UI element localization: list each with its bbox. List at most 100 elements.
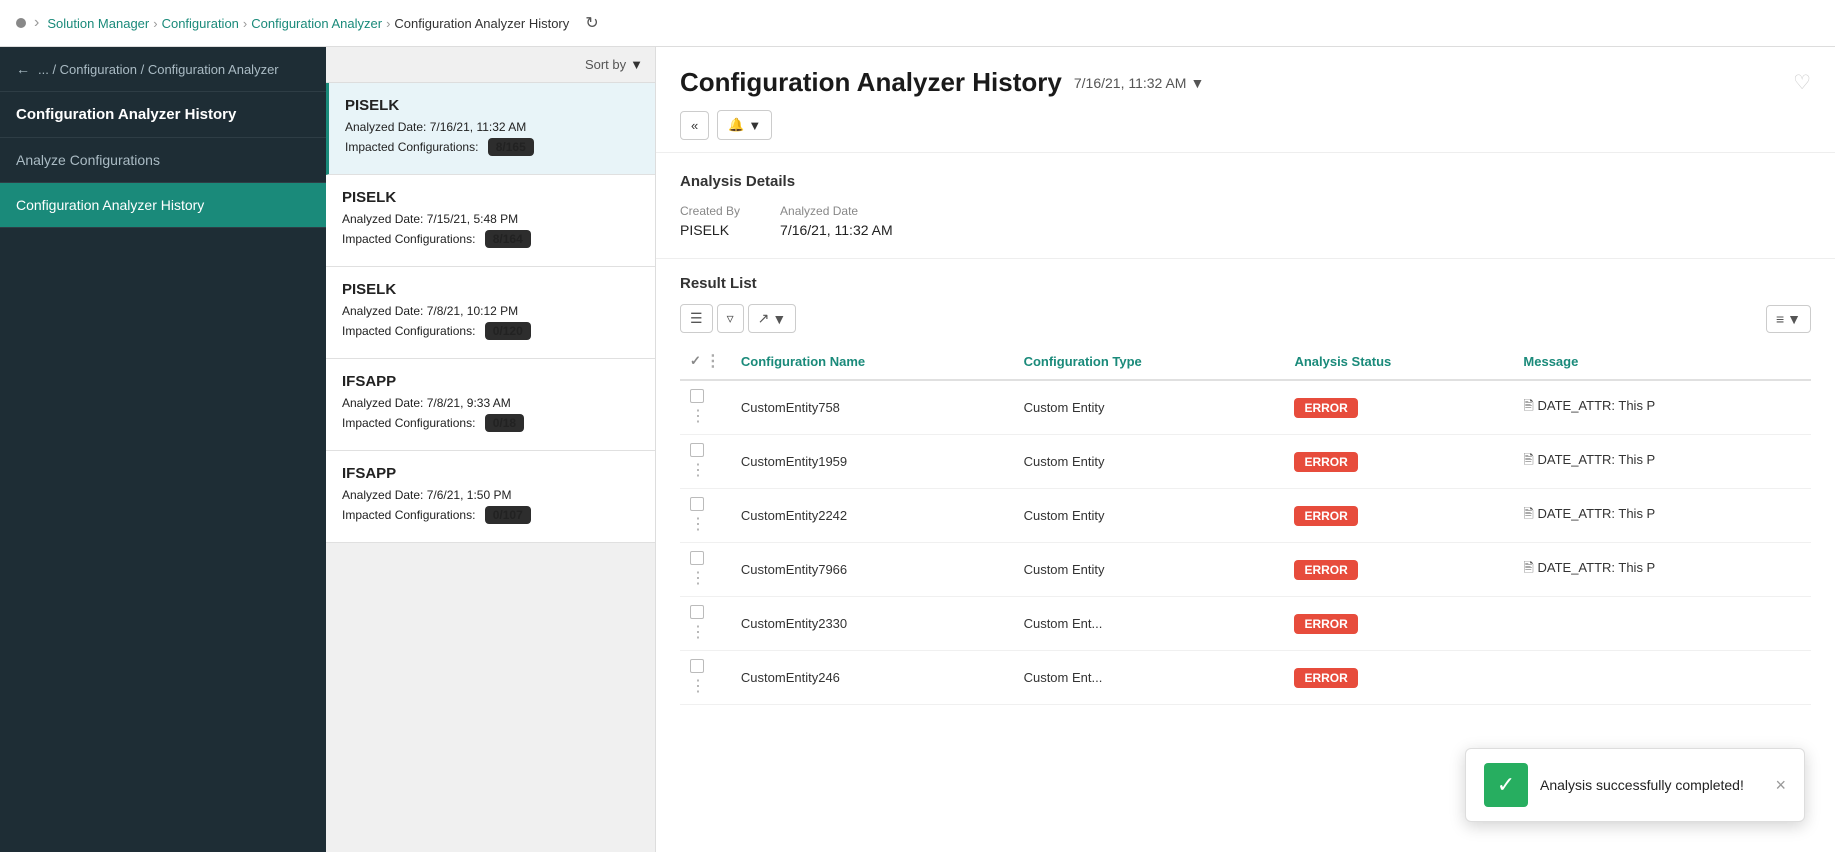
row-checkbox[interactable] <box>690 551 704 565</box>
content-date: 7/16/21, 11:32 AM ▼ <box>1074 75 1204 91</box>
bell-action-button[interactable]: 🔔 ▼ <box>717 110 772 140</box>
impacted-badge: 8/164 <box>485 230 531 248</box>
col-message[interactable]: Message <box>1513 343 1811 380</box>
list-card-analyzed-row: Analyzed Date: 7/6/21, 1:50 PM <box>342 488 639 502</box>
impacted-badge: 0/18 <box>485 414 524 432</box>
message-cell: 🖹 DATE_ATTR: This P <box>1513 435 1811 489</box>
bc-analyzer[interactable]: Configuration Analyzer <box>251 16 382 31</box>
list-card-analyzed-row: Analyzed Date: 7/16/21, 11:32 AM <box>345 120 639 134</box>
columns-button[interactable]: ≡ ▼ <box>1766 305 1811 333</box>
col-config-type[interactable]: Configuration Type <box>1014 343 1285 380</box>
config-type-cell: Custom Ent... <box>1014 651 1285 705</box>
row-check-cell: ⋮ <box>680 435 731 489</box>
analysis-status-cell: ERROR <box>1284 489 1513 543</box>
back-arrow-icon[interactable]: ← <box>16 61 30 77</box>
content-actions: « 🔔 ▼ <box>680 110 1811 140</box>
result-toolbar-left: ☰ ▿ ↗ ▼ <box>680 304 796 333</box>
impacted-badge: 0/120 <box>485 322 531 340</box>
message-icon: 🖹 <box>1523 452 1533 467</box>
row-dots-icon[interactable]: ⋮ <box>690 408 707 425</box>
analysis-status-cell: ERROR <box>1284 435 1513 489</box>
favorite-icon[interactable]: ♡ <box>1793 70 1811 95</box>
breadcrumb-sep: › <box>34 14 39 32</box>
table-row: ⋮ CustomEntity2330 Custom Ent... ERROR <box>680 597 1811 651</box>
row-dots-icon[interactable]: ⋮ <box>690 624 707 641</box>
sort-label: Sort by <box>585 57 626 72</box>
list-card-analyzed-row: Analyzed Date: 7/15/21, 5:48 PM <box>342 212 639 226</box>
analysis-status-cell: ERROR <box>1284 651 1513 705</box>
message-cell <box>1513 597 1811 651</box>
config-type-cell: Custom Ent... <box>1014 597 1285 651</box>
result-table: ✓ ⋮ Configuration Name Configuration Typ… <box>680 343 1811 705</box>
created-by-value: PISELK <box>680 222 740 238</box>
analysis-status-cell: ERROR <box>1284 543 1513 597</box>
bc-solution-manager[interactable]: Solution Manager <box>47 16 149 31</box>
analysis-details-title: Analysis Details <box>680 173 1811 190</box>
list-card-title: PISELK <box>345 97 639 114</box>
table-row: ⋮ CustomEntity758 Custom Entity ERROR 🖹 … <box>680 380 1811 435</box>
top-bar: › Solution Manager › Configuration › Con… <box>0 0 1835 47</box>
list-item[interactable]: IFSAPP Analyzed Date: 7/6/21, 1:50 PM Im… <box>326 451 655 543</box>
bc-history: Configuration Analyzer History <box>394 16 569 31</box>
columns-dropdown-icon: ▼ <box>1787 311 1801 327</box>
columns-icon: ≡ <box>1776 311 1784 327</box>
bell-icon: 🔔 <box>728 117 744 133</box>
list-view-button[interactable]: ☰ <box>680 304 713 333</box>
list-card-impacted-row: Impacted Configurations: 8/165 <box>345 138 639 156</box>
row-dots-icon[interactable]: ⋮ <box>690 516 707 533</box>
row-dots-icon[interactable]: ⋮ <box>690 678 707 695</box>
row-checkbox[interactable] <box>690 497 704 511</box>
config-name-cell: CustomEntity246 <box>731 651 1014 705</box>
list-item[interactable]: IFSAPP Analyzed Date: 7/8/21, 9:33 AM Im… <box>326 359 655 451</box>
row-checkbox[interactable] <box>690 605 704 619</box>
row-checkbox[interactable] <box>690 389 704 403</box>
row-check-cell: ⋮ <box>680 543 731 597</box>
result-list-title: Result List <box>680 275 1811 292</box>
back-nav-button[interactable]: « <box>680 111 709 140</box>
list-item[interactable]: PISELK Analyzed Date: 7/16/21, 11:32 AM … <box>326 83 655 175</box>
row-checkbox[interactable] <box>690 659 704 673</box>
toast-notification: ✓ Analysis successfully completed! × <box>1465 748 1805 822</box>
sort-dropdown[interactable]: ▼ <box>630 57 643 72</box>
toast-close-button[interactable]: × <box>1775 775 1786 796</box>
config-type-cell: Custom Entity <box>1014 489 1285 543</box>
list-item[interactable]: PISELK Analyzed Date: 7/15/21, 5:48 PM I… <box>326 175 655 267</box>
date-dropdown-icon[interactable]: ▼ <box>1190 75 1204 91</box>
filter-button[interactable]: ▿ <box>717 304 744 333</box>
list-card-title: PISELK <box>342 281 639 298</box>
config-name-cell: CustomEntity758 <box>731 380 1014 435</box>
row-dots-icon[interactable]: ⋮ <box>690 462 707 479</box>
message-cell: 🖹 DATE_ATTR: This P <box>1513 380 1811 435</box>
list-item[interactable]: PISELK Analyzed Date: 7/8/21, 10:12 PM I… <box>326 267 655 359</box>
bc-configuration[interactable]: Configuration <box>162 16 239 31</box>
list-panel: Sort by ▼ PISELK Analyzed Date: 7/16/21,… <box>326 47 656 852</box>
col-config-name[interactable]: Configuration Name <box>731 343 1014 380</box>
list-card-impacted-row: Impacted Configurations: 8/164 <box>342 230 639 248</box>
message-icon: 🖹 <box>1523 506 1533 521</box>
list-card-analyzed-row: Analyzed Date: 7/8/21, 10:12 PM <box>342 304 639 318</box>
export-dropdown-icon: ▼ <box>772 311 786 327</box>
row-dots-icon[interactable]: ⋮ <box>690 570 707 587</box>
bell-dropdown-icon: ▼ <box>748 118 761 133</box>
sidebar-item-analyze[interactable]: Analyze Configurations <box>0 138 326 183</box>
row-checkbox[interactable] <box>690 443 704 457</box>
table-row: ⋮ CustomEntity2242 Custom Entity ERROR 🖹… <box>680 489 1811 543</box>
toast-check-icon: ✓ <box>1484 763 1528 807</box>
row-check-cell: ⋮ <box>680 597 731 651</box>
config-type-cell: Custom Entity <box>1014 435 1285 489</box>
impacted-badge: 0/107 <box>485 506 531 524</box>
export-button[interactable]: ↗ ▼ <box>748 304 797 333</box>
config-name-cell: CustomEntity2242 <box>731 489 1014 543</box>
analysis-details-section: Analysis Details Created By PISELK Analy… <box>656 153 1835 259</box>
created-by-label: Created By <box>680 204 740 218</box>
sidebar-item-history[interactable]: Configuration Analyzer History <box>0 183 326 228</box>
message-cell: 🖹 DATE_ATTR: This P <box>1513 489 1811 543</box>
col-analysis-status[interactable]: Analysis Status <box>1284 343 1513 380</box>
sidebar-back-label: ... / Configuration / Configuration Anal… <box>38 62 279 77</box>
refresh-icon[interactable]: ↻ <box>585 13 598 33</box>
list-card-impacted-row: Impacted Configurations: 0/107 <box>342 506 639 524</box>
message-icon: 🖹 <box>1523 398 1533 413</box>
col-header-check[interactable]: ✓ ⋮ <box>680 343 731 380</box>
list-card-title: IFSAPP <box>342 373 639 390</box>
col-dots-header: ⋮ <box>705 351 721 371</box>
